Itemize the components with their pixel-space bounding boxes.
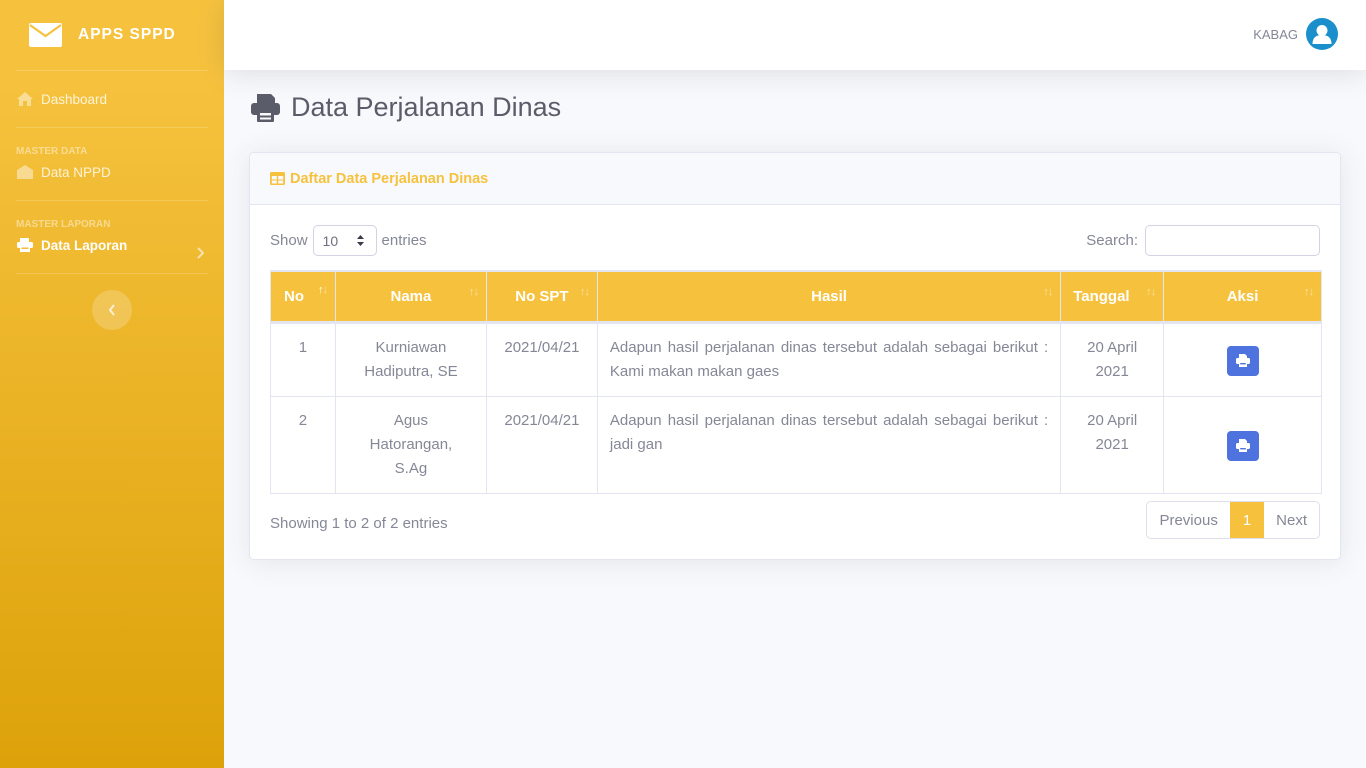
cell-hasil: Adapun hasil perjalanan dinas tersebut a… — [596, 395, 1062, 494]
cell-tanggal: 20 April 2021 — [1060, 395, 1165, 494]
table-row: 2 Agus Hatorangan, S.Ag 2021/04/21 Adapu… — [270, 395, 1322, 494]
cell-tanggal: 20 April 2021 — [1060, 321, 1165, 397]
sidebar-item-label: Dashboard — [41, 91, 108, 107]
card-header: Daftar Data Perjalanan Dinas — [250, 153, 1340, 205]
pagination-page-1[interactable]: 1 — [1229, 502, 1265, 538]
pagination-previous[interactable]: Previous — [1147, 502, 1229, 538]
cell-no-spt: 2021/04/21 — [485, 395, 598, 494]
sidebar-divider — [16, 273, 208, 274]
search-control: Search: — [1086, 225, 1320, 256]
sidebar-item-label: Data Laporan — [41, 237, 128, 253]
sort-icon: ↑↓ — [1043, 286, 1053, 298]
sort-icon: ↑↓ — [579, 286, 590, 298]
sidebar-item-dashboard[interactable]: Dashboard — [0, 71, 224, 127]
chevron-left-icon — [108, 304, 115, 316]
cell-hasil: Adapun hasil perjalanan dinas tersebut a… — [596, 321, 1062, 397]
search-input[interactable] — [1145, 225, 1320, 256]
sidebar-item-data-laporan[interactable]: Data Laporan — [0, 225, 224, 265]
user-name: KABAG — [1253, 26, 1298, 42]
sidebar-item-label: Data NPPD — [41, 164, 111, 180]
entries-length-control: Show 10 entries — [270, 225, 427, 256]
cell-nama: Kurniawan Hadiputra, SE — [334, 321, 487, 397]
brand-title: APPS SPPD — [78, 26, 176, 43]
entries-length-value: 10 — [322, 232, 339, 249]
cell-nama: Agus Hatorangan, S.Ag — [334, 395, 487, 494]
column-header-aksi[interactable]: Aksi ↑↓ — [1163, 270, 1322, 324]
column-header-hasil[interactable]: Hasil ↑↓ — [596, 270, 1062, 324]
search-label: Search: — [1086, 232, 1138, 249]
chevron-right-icon — [197, 247, 204, 259]
home-icon — [17, 92, 33, 106]
user-icon — [1306, 18, 1338, 50]
column-header-nama[interactable]: Nama ↑↓ — [334, 270, 487, 324]
cell-no-spt: 2021/04/21 — [485, 321, 598, 397]
sidebar-item-data-nppd[interactable]: Data NPPD — [0, 152, 224, 192]
envelope-open-icon — [17, 165, 33, 179]
sidebar-brand[interactable]: APPS SPPD — [0, 0, 224, 70]
pagination: Previous 1 Next — [1146, 501, 1320, 539]
sidebar-heading-master-laporan: MASTER LAPORAN — [16, 219, 111, 230]
sort-icon: ↑↓ — [317, 284, 328, 296]
user-dropdown[interactable]: KABAG — [1253, 18, 1338, 50]
sidebar: APPS SPPD Dashboard MASTER DATA Data NPP… — [0, 0, 224, 768]
cell-aksi — [1163, 321, 1322, 397]
page-title-text: Data Perjalanan Dinas — [291, 92, 562, 122]
card-title: Daftar Data Perjalanan Dinas — [290, 170, 489, 187]
sort-icon: ↑↓ — [1146, 286, 1156, 298]
sort-icon: ↑↓ — [1304, 286, 1314, 298]
envelope-icon — [29, 23, 62, 47]
sidebar-heading-master-data: MASTER DATA — [16, 146, 88, 157]
pagination-next[interactable]: Next — [1264, 502, 1319, 538]
entries-label: entries — [381, 232, 427, 249]
table-header-row: No ↑↓ Nama ↑↓ No SPT ↑↓ Hasil ↑↓ Tanggal ↑↓ A… — [270, 270, 1322, 324]
data-card: Daftar Data Perjalanan Dinas Show 10 ent… — [249, 152, 1341, 560]
cell-aksi — [1163, 395, 1322, 494]
print-icon — [1235, 439, 1250, 452]
column-header-tanggal[interactable]: Tanggal ↑↓ — [1060, 270, 1165, 324]
topbar: KABAG — [224, 0, 1366, 70]
data-table: No ↑↓ Nama ↑↓ No SPT ↑↓ Hasil ↑↓ Tanggal ↑↓ A… — [270, 270, 1322, 494]
print-button[interactable] — [1226, 345, 1259, 376]
table-icon — [270, 172, 285, 185]
print-icon — [17, 238, 33, 252]
select-arrows-icon — [356, 235, 364, 246]
column-header-no[interactable]: No ↑↓ — [270, 270, 336, 324]
print-icon — [1235, 354, 1250, 367]
cell-no: 2 — [270, 395, 336, 494]
page-title: Data Perjalanan Dinas — [251, 92, 561, 123]
show-label: Show — [270, 232, 308, 249]
column-header-no-spt[interactable]: No SPT ↑↓ — [485, 270, 598, 324]
cell-no: 1 — [270, 321, 336, 397]
table-info: Showing 1 to 2 of 2 entries — [270, 515, 448, 532]
sort-icon: ↑↓ — [468, 286, 479, 298]
sidebar-toggle-button[interactable] — [92, 290, 132, 330]
print-button[interactable] — [1226, 430, 1259, 461]
entries-length-select[interactable]: 10 — [312, 225, 377, 256]
print-icon — [251, 93, 280, 122]
table-row: 1 Kurniawan Hadiputra, SE 2021/04/21 Ada… — [270, 321, 1322, 397]
